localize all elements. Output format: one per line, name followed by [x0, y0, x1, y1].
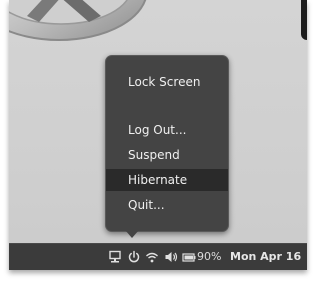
clock[interactable]: Mon Apr 16 — [230, 250, 301, 264]
network-display-icon[interactable] — [107, 249, 123, 265]
menu-item-log-out[interactable]: Log Out... — [106, 119, 228, 141]
menu-pointer — [125, 230, 139, 238]
battery-icon[interactable] — [181, 249, 197, 265]
window-edge — [301, 0, 307, 40]
wifi-icon[interactable] — [144, 249, 160, 265]
bottom-panel: 90% Mon Apr 16 — [9, 243, 307, 270]
power-icon[interactable] — [126, 249, 142, 265]
menu-item-quit[interactable]: Quit... — [106, 194, 228, 216]
wallpaper-logo — [9, 0, 147, 41]
volume-icon[interactable] — [163, 249, 179, 265]
menu-item-hibernate[interactable]: Hibernate — [106, 169, 228, 191]
desktop: Lock Screen Log Out... Suspend Hibernate… — [9, 0, 307, 270]
menu-item-lock-screen[interactable]: Lock Screen — [106, 71, 228, 93]
power-menu: Lock Screen Log Out... Suspend Hibernate… — [105, 55, 229, 232]
battery-percent: 90% — [197, 250, 222, 263]
menu-item-suspend[interactable]: Suspend — [106, 144, 228, 166]
